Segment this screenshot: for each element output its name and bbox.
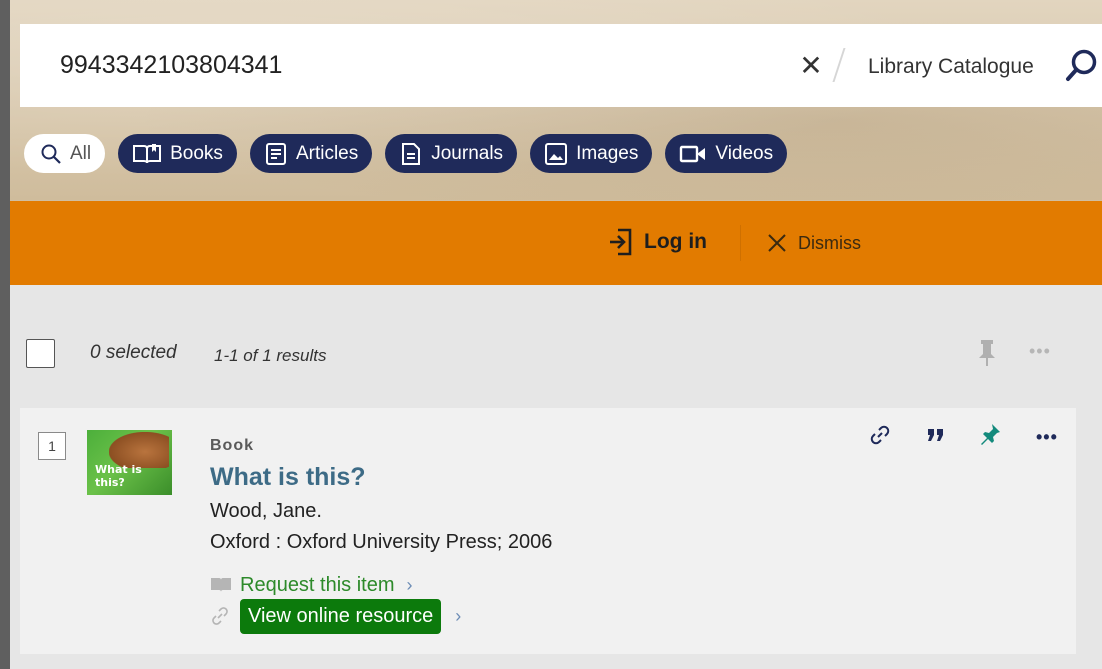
thumbnail-title: What is this?	[95, 463, 142, 489]
record-title-link[interactable]: What is this?	[210, 463, 366, 492]
request-item-label: Request this item	[240, 573, 395, 596]
chevron-right-icon: ›	[406, 574, 413, 595]
tab-books[interactable]: Books	[118, 134, 237, 173]
tab-all[interactable]: All	[24, 134, 106, 173]
image-icon	[545, 142, 568, 165]
book-icon	[211, 578, 231, 592]
search-scope-selector[interactable]: Library Catalogue	[868, 55, 1034, 79]
search-input[interactable]: 9943342103804341	[60, 51, 282, 80]
tab-label: Journals	[431, 142, 504, 164]
book-icon	[133, 143, 162, 163]
tab-images[interactable]: Images	[530, 134, 653, 173]
search-icon	[41, 144, 61, 164]
search-icon[interactable]	[1062, 46, 1102, 86]
link-icon	[212, 607, 228, 625]
tab-label: Books	[170, 142, 223, 164]
video-icon	[680, 145, 706, 162]
close-icon	[768, 234, 786, 252]
results-area: 0 selected 1-1 of 1 results ••• 1 What i…	[10, 285, 1102, 669]
view-online-resource-button[interactable]: View online resource	[240, 598, 442, 634]
select-all-checkbox[interactable]	[26, 339, 55, 368]
sign-in-icon	[610, 228, 632, 256]
tab-label: Videos	[715, 142, 774, 164]
permalink-icon[interactable]	[868, 423, 892, 452]
banner-divider	[740, 225, 741, 261]
results-count: 1-1 of 1 results	[214, 346, 327, 365]
article-icon	[265, 142, 286, 165]
search-divider	[832, 48, 846, 82]
login-button[interactable]: Log in	[608, 227, 707, 257]
app-frame: 9943342103804341 ✕ Library Catalogue All	[10, 0, 1102, 669]
chevron-right-icon: ›	[455, 605, 462, 626]
tab-label: All	[70, 142, 92, 164]
tab-articles[interactable]: Articles	[249, 134, 373, 173]
dismiss-button[interactable]: Dismiss	[766, 229, 861, 257]
tab-journals[interactable]: Journals	[385, 134, 518, 173]
record-publication: Oxford : Oxford University Press; 2006	[210, 531, 553, 553]
selected-count: 0 selected	[90, 342, 177, 363]
more-options-icon[interactable]: •••	[1036, 427, 1058, 448]
tab-videos[interactable]: Videos	[665, 134, 788, 173]
record-type: Book	[210, 437, 254, 454]
pin-icon[interactable]	[980, 422, 1002, 453]
record-actions: •••	[868, 422, 1058, 453]
more-options-icon[interactable]: •••	[1029, 341, 1051, 362]
result-card: 1 What is this? Book What is this? Wood,…	[20, 408, 1076, 654]
tab-label: Articles	[295, 142, 359, 164]
clear-search-icon[interactable]: ✕	[798, 50, 824, 81]
result-rank-checkbox[interactable]: 1	[38, 432, 66, 460]
record-author: Wood, Jane.	[210, 500, 322, 522]
pin-icon[interactable]	[976, 338, 998, 373]
login-banner: Log in Dismiss	[10, 201, 1102, 285]
resource-type-tabs: All Books Articles Journals Images Video…	[24, 134, 788, 174]
request-item-link[interactable]: Request this item ›	[210, 572, 413, 598]
search-bar: 9943342103804341 ✕ Library Catalogue	[20, 24, 1102, 107]
login-label: Log in	[644, 230, 707, 253]
dismiss-label: Dismiss	[798, 232, 861, 253]
book-thumbnail[interactable]: What is this?	[87, 430, 172, 495]
tab-label: Images	[576, 142, 639, 164]
citation-icon[interactable]	[926, 427, 946, 448]
online-resource-row: View online resource ›	[210, 596, 461, 636]
journal-icon	[402, 142, 421, 165]
